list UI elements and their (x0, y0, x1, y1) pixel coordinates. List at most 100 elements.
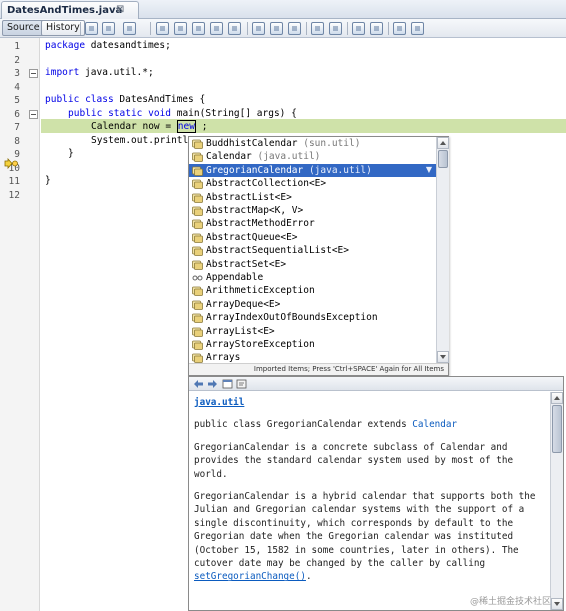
previous-bookmark-icon[interactable] (252, 22, 265, 35)
declaration-text: public class GregorianCalendar extends (194, 419, 413, 431)
completion-item-label: Appendable (206, 271, 263, 284)
completion-item[interactable]: Arrays (189, 351, 436, 363)
javadoc-scrollbar[interactable] (550, 392, 563, 610)
scroll-thumb[interactable] (552, 405, 562, 453)
code-text: Calendar now = (91, 121, 177, 132)
completion-scrollbar[interactable] (436, 137, 449, 363)
toggle-highlight-icon[interactable] (210, 22, 223, 35)
keyword: class (85, 94, 114, 105)
keyword: public (45, 94, 80, 105)
superclass-link[interactable]: Calendar (412, 419, 457, 430)
line-number: 1 (14, 41, 20, 52)
fold-method-icon[interactable] (29, 110, 38, 119)
goto-source-icon[interactable] (236, 379, 247, 389)
keyword: package (45, 40, 86, 51)
scroll-down-arrow-icon[interactable] (551, 598, 563, 610)
find-previous-icon[interactable] (156, 22, 169, 35)
keyword: public (68, 108, 103, 119)
comment-icon[interactable] (393, 22, 406, 35)
completion-item[interactable]: ArrayIndexOutOfBoundsException (189, 311, 436, 324)
class-icon (192, 300, 203, 310)
completion-item[interactable]: ArithmeticException (189, 284, 436, 297)
forward-icon[interactable] (123, 22, 136, 35)
close-tab-icon[interactable]: ⊠ (116, 4, 124, 15)
shift-left-icon[interactable] (311, 22, 324, 35)
scroll-thumb[interactable] (438, 150, 448, 168)
class-icon (192, 219, 203, 230)
completion-item-label: BuddhistCalendar (sun.util) (206, 137, 360, 150)
toggle-bookmark-icon[interactable] (288, 22, 301, 35)
completion-item[interactable]: ArrayList<E> (189, 325, 436, 338)
completion-item-label: Arrays (206, 351, 240, 363)
completion-item[interactable]: AbstractList<E> (189, 191, 436, 204)
completion-item-label: AbstractMap<K, V> (206, 204, 303, 217)
toolbar-separator (80, 22, 81, 35)
code-text: DatesAndTimes { (113, 94, 206, 105)
completion-item-package: (sun.util) (297, 138, 361, 149)
toolbar-separator (247, 22, 248, 35)
back-icon[interactable] (102, 22, 115, 35)
completion-item[interactable]: Appendable (189, 271, 436, 284)
source-tab[interactable]: Source (2, 20, 45, 36)
scroll-up-arrow-icon[interactable] (551, 392, 563, 404)
package-link[interactable]: java.util (194, 397, 244, 408)
class-icon (192, 327, 203, 337)
history-tab[interactable]: History (41, 20, 85, 36)
completion-item[interactable]: ArrayStoreException (189, 338, 436, 351)
completion-item[interactable]: Calendar (java.util) (189, 150, 436, 163)
scroll-down-arrow-icon[interactable] (437, 351, 449, 363)
last-edit-icon[interactable] (85, 22, 98, 35)
code-text: } (68, 148, 74, 159)
scroll-up-arrow-icon[interactable] (437, 137, 449, 149)
line-number: 12 (8, 190, 20, 201)
javadoc-toolbar (189, 377, 563, 391)
completion-item[interactable]: AbstractMethodError (189, 217, 436, 230)
find-next-icon[interactable] (174, 22, 187, 35)
code-line-1: package datesandtimes; (45, 40, 171, 53)
back-arrow-icon[interactable] (193, 379, 204, 389)
toolbar-separator (347, 22, 348, 35)
javadoc-content: java.util public class GregorianCalendar… (189, 392, 549, 611)
completion-item-name: Calendar (206, 151, 252, 163)
code-completion-popup: BuddhistCalendar (sun.util) Calendar (jav… (188, 136, 449, 376)
completion-item[interactable]: BuddhistCalendar (sun.util) (189, 137, 436, 150)
forward-arrow-icon[interactable] (207, 379, 218, 389)
completion-item[interactable]: ArrayDeque<E> (189, 298, 436, 311)
code-line-5: public class DatesAndTimes { (45, 94, 205, 107)
next-bookmark-icon[interactable] (270, 22, 283, 35)
stop-macro-icon[interactable] (370, 22, 383, 35)
completion-item[interactable]: AbstractCollection<E> (189, 177, 436, 190)
completion-item-name: AbstractMethodError (206, 218, 315, 230)
class-icon (192, 152, 203, 163)
completion-item[interactable]: AbstractSequentialList<E> (189, 244, 436, 257)
completion-item-label: AbstractCollection<E> (206, 177, 326, 190)
completion-item[interactable]: AbstractMap<K, V> (189, 204, 436, 217)
open-in-browser-icon[interactable] (222, 379, 233, 389)
javadoc-paragraph: GregorianCalendar is a hybrid calendar t… (194, 490, 544, 584)
editor-tab-bar: DatesAndTimes.java ⊠ (0, 0, 566, 19)
line-number: 2 (14, 55, 20, 66)
shift-right-icon[interactable] (329, 22, 342, 35)
javadoc-paragraph: GregorianCalendar is a concrete subclass… (194, 441, 514, 480)
suggestion-bulb-icon[interactable] (4, 158, 18, 169)
toggle-rect-selection-icon[interactable] (228, 22, 241, 35)
completion-item-label: AbstractList<E> (206, 191, 292, 204)
completion-item[interactable]: GregorianCalendar (java.util) ▼ (189, 163, 436, 178)
file-tab-label: DatesAndTimes.java (7, 5, 123, 16)
completion-list[interactable]: BuddhistCalendar (sun.util) Calendar (jav… (189, 137, 436, 363)
find-selection-icon[interactable] (192, 22, 205, 35)
method-link[interactable]: setGregorianChange() (194, 571, 306, 582)
uncomment-icon[interactable] (411, 22, 424, 35)
toolbar-separator (388, 22, 389, 35)
completion-item-name: Appendable (206, 272, 264, 283)
file-tab-dates-and-times[interactable]: DatesAndTimes.java ⊠ (1, 1, 139, 19)
completion-item[interactable]: AbstractSet<E> (189, 258, 436, 271)
completion-item-name: ArrayList<E> (206, 325, 275, 337)
start-macro-icon[interactable] (352, 22, 365, 35)
class-icon (192, 340, 203, 350)
class-icon (192, 206, 203, 216)
fold-imports-icon[interactable] (29, 69, 38, 78)
code-line-7: Calendar now = new ; (91, 120, 207, 134)
class-icon (192, 313, 203, 324)
completion-item[interactable]: AbstractQueue<E> (189, 231, 436, 244)
